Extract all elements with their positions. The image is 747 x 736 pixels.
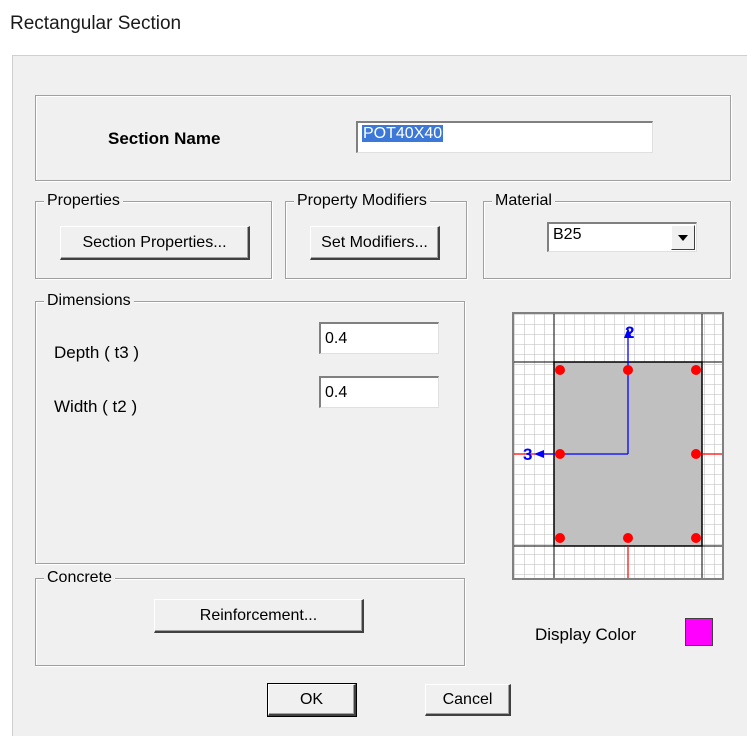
section-name-label: Section Name	[108, 129, 221, 148]
rebar-dot	[555, 533, 565, 543]
depth-input[interactable]	[319, 322, 439, 354]
axis-3-label: 3	[523, 445, 532, 464]
display-color-swatch[interactable]	[685, 618, 713, 646]
section-name-input[interactable]: POT40X40	[356, 121, 653, 153]
width-input[interactable]	[319, 376, 439, 408]
width-label: Width ( t2 )	[54, 397, 138, 416]
properties-title: Properties	[44, 191, 123, 211]
reinforcement-button[interactable]: Reinforcement...	[154, 599, 364, 633]
display-color-label: Display Color	[535, 625, 637, 644]
material-selected: B25	[553, 226, 582, 243]
rebar-dot	[691, 533, 701, 543]
property-modifiers-title: Property Modifiers	[294, 191, 430, 211]
rebar-dot	[623, 533, 633, 543]
rebar-dot	[555, 365, 565, 375]
chevron-down-icon[interactable]	[671, 225, 695, 250]
rebar-dot	[555, 449, 565, 459]
material-title: Material	[492, 191, 555, 211]
dimensions-group: Dimensions Depth ( t3 ) Width ( t2 )	[35, 291, 465, 564]
property-modifiers-group: Property Modifiers Set Modifiers...	[285, 191, 467, 279]
concrete-group: Concrete Reinforcement...	[35, 568, 465, 666]
set-modifiers-button[interactable]: Set Modifiers...	[310, 226, 440, 260]
cancel-button[interactable]: Cancel	[425, 684, 511, 716]
dimensions-title: Dimensions	[44, 291, 134, 311]
concrete-title: Concrete	[44, 568, 115, 588]
rebar-dot	[623, 365, 633, 375]
depth-label: Depth ( t3 )	[54, 343, 140, 362]
window-title: Rectangular Section	[10, 13, 182, 34]
material-select[interactable]: B25	[547, 222, 697, 252]
section-preview: 2 3	[512, 312, 724, 580]
material-group: Material B25	[483, 191, 731, 279]
title-bar: Rectangular Section	[0, 0, 747, 50]
section-diagram: 2 3	[514, 314, 722, 578]
properties-group: Properties Section Properties...	[35, 191, 272, 279]
rebar-dot	[691, 365, 701, 375]
ok-button[interactable]: OK	[267, 683, 357, 717]
section-properties-button[interactable]: Section Properties...	[60, 226, 250, 260]
rebar-dot	[691, 449, 701, 459]
section-name-group: Section Name POT40X40	[35, 95, 731, 181]
dialog-body: Section Name POT40X40 Properties Section…	[12, 55, 747, 736]
axis-2-label: 2	[625, 323, 634, 342]
section-name-value: POT40X40	[362, 125, 444, 142]
